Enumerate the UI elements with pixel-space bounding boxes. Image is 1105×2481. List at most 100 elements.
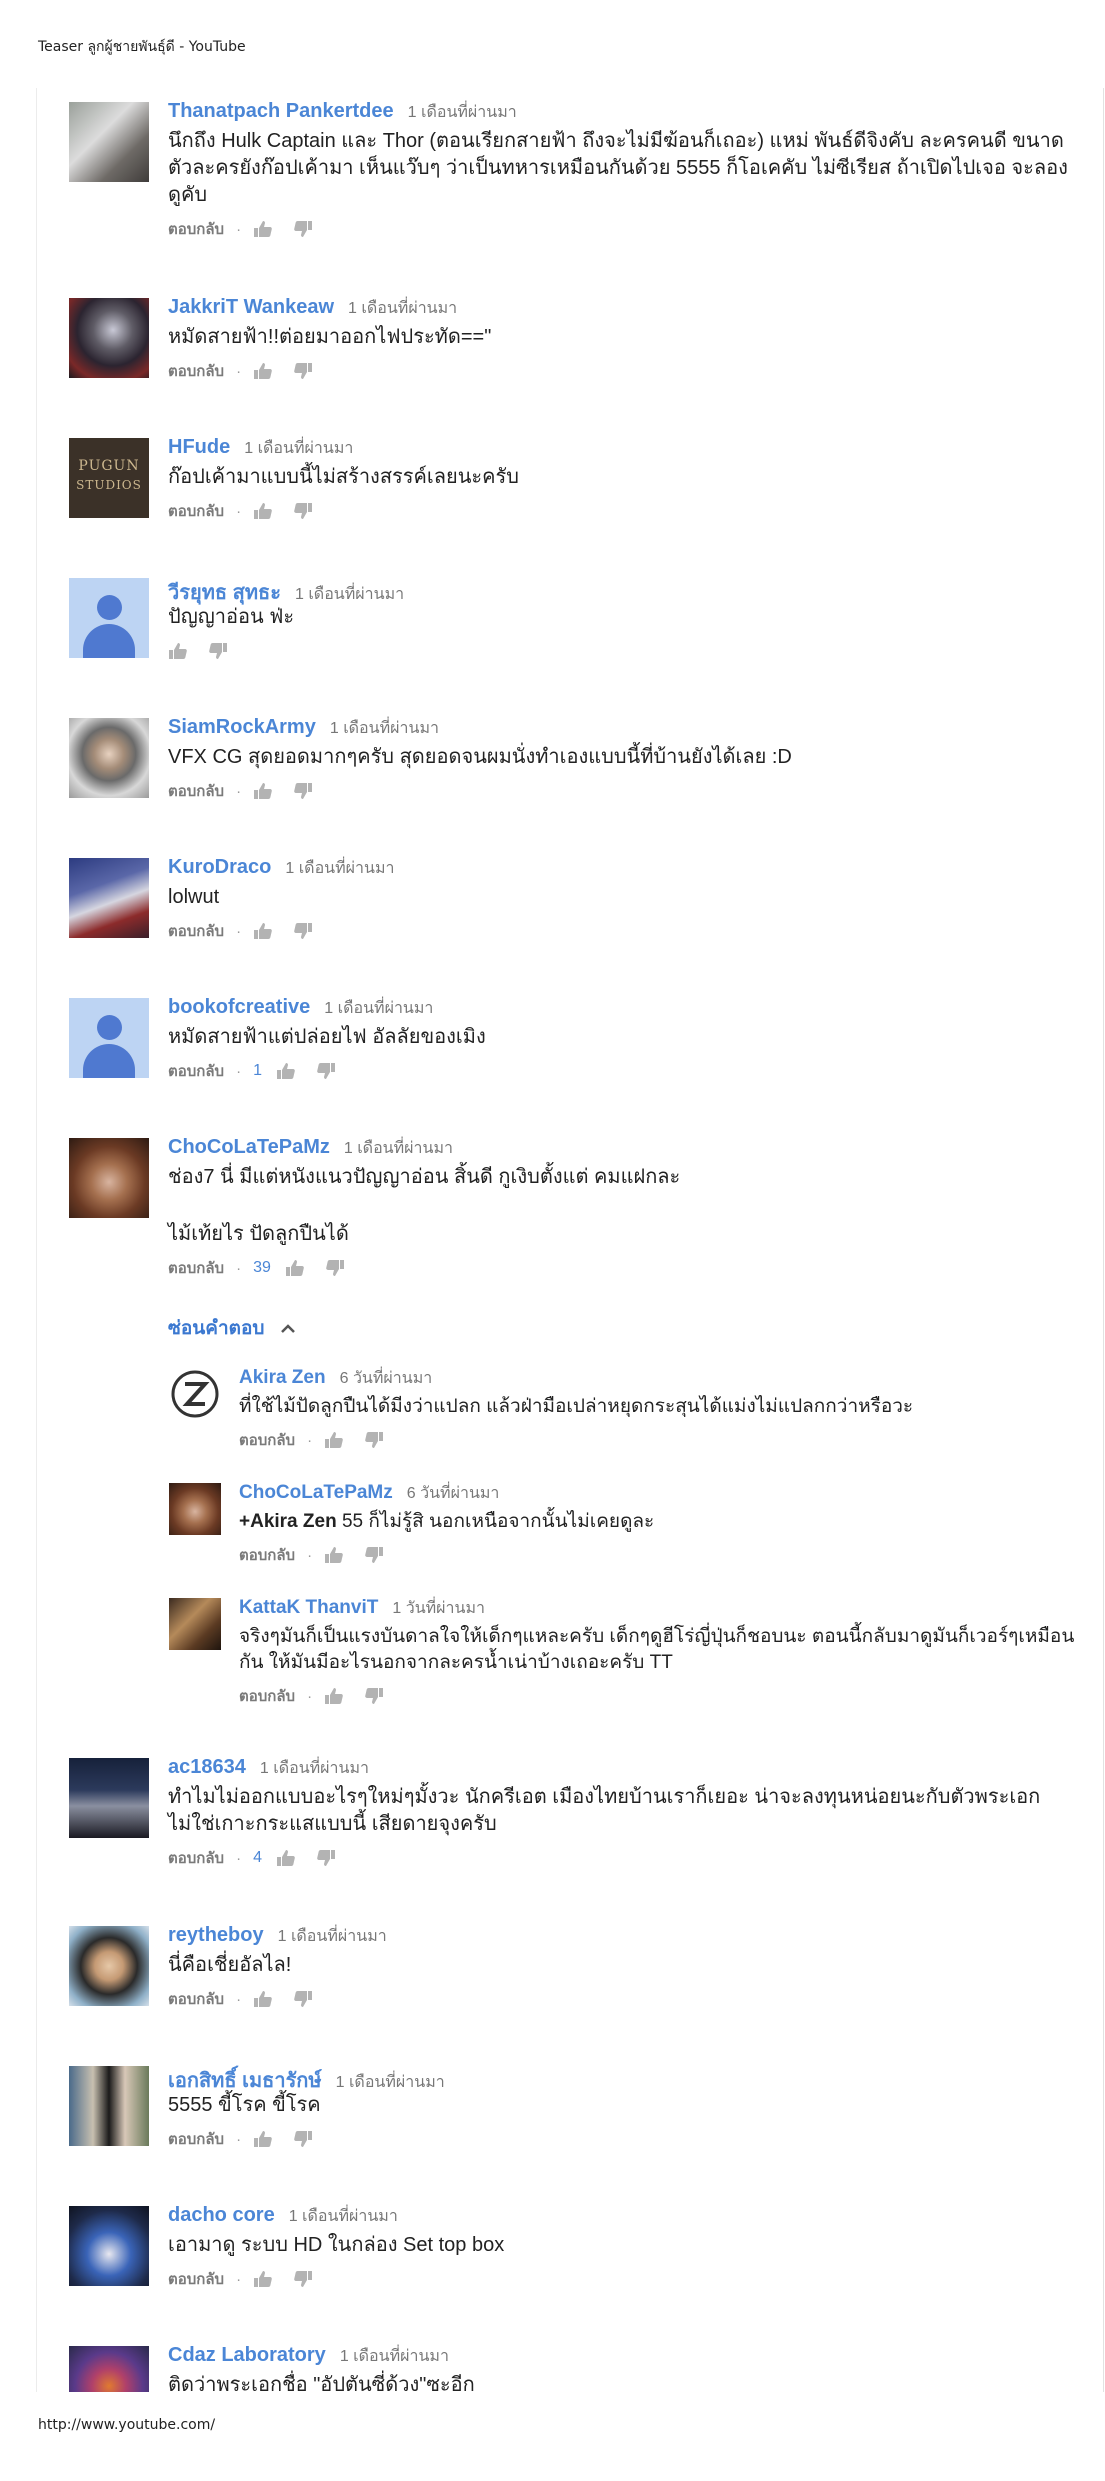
comment-author[interactable]: เอกสิทธิ์ เมธารักษ์ — [168, 2070, 322, 2092]
reply-button[interactable]: ตอบกลับ — [239, 1684, 295, 1708]
thumbs-down-icon[interactable] — [293, 1990, 313, 2008]
thumbs-up-icon[interactable] — [276, 1849, 296, 1867]
avatar[interactable] — [69, 2346, 149, 2392]
thumbs-up-icon[interactable] — [324, 1431, 344, 1449]
comment-author[interactable]: reytheboy — [168, 1924, 264, 1946]
comment-text-paragraph: ช่อง7 นี่ มีแต่หนังแนวปัญญาอ่อน สิ้นดี ก… — [168, 1166, 681, 1188]
thumbs-up-icon[interactable] — [253, 1990, 273, 2008]
comment-timestamp[interactable]: 1 เดือนที่ผ่านมา — [260, 1760, 369, 1777]
avatar[interactable] — [69, 2206, 149, 2286]
thumbs-down-icon[interactable] — [325, 1259, 345, 1277]
thumbs-up-icon[interactable] — [253, 2130, 273, 2148]
reply-button[interactable]: ตอบกลับ — [168, 2267, 224, 2291]
thumbs-up-icon[interactable] — [253, 2270, 273, 2288]
reply-author[interactable]: ChoCoLaTePaMz — [239, 1482, 393, 1503]
comment-timestamp[interactable]: 1 เดือนที่ผ่านมา — [289, 2208, 398, 2225]
comment-author[interactable]: วีรยุทธ สุทธะ — [168, 582, 281, 604]
avatar[interactable] — [69, 102, 149, 182]
comment-timestamp[interactable]: 1 เดือนที่ผ่านมา — [408, 104, 517, 121]
reply-button[interactable]: ตอบกลับ — [168, 1987, 224, 2011]
thumbs-down-icon[interactable] — [293, 782, 313, 800]
thumbs-down-icon[interactable] — [316, 1849, 336, 1867]
avatar[interactable] — [169, 1483, 221, 1535]
reply-button[interactable]: ตอบกลับ — [168, 1846, 224, 1870]
reply-timestamp[interactable]: 1 วันที่ผ่านมา — [392, 1600, 485, 1617]
reply-author[interactable]: KattaK ThanviT — [239, 1597, 378, 1618]
comment-timestamp[interactable]: 1 เดือนที่ผ่านมา — [336, 2074, 445, 2091]
avatar[interactable] — [69, 1138, 149, 1218]
thumbs-down-icon[interactable] — [293, 922, 313, 940]
avatar[interactable] — [69, 1926, 149, 2006]
thumbs-down-icon[interactable] — [293, 502, 313, 520]
default-avatar-icon[interactable] — [69, 998, 149, 1078]
reply-button[interactable]: ตอบกลับ — [168, 919, 224, 943]
thumbs-up-icon[interactable] — [253, 922, 273, 940]
reply-author[interactable]: Akira Zen — [239, 1367, 326, 1388]
comment-text: ติดว่าพระเอกชื่อ "อัปตันซี่ด้วง"ซะอีก — [168, 2374, 475, 2392]
reply-button[interactable]: ตอบกลับ — [168, 217, 224, 241]
comment-author[interactable]: JakkriT Wankeaw — [168, 296, 334, 318]
comment-timestamp[interactable]: 1 เดือนที่ผ่านมา — [285, 860, 394, 877]
thumbs-down-icon[interactable] — [293, 362, 313, 380]
comment-author[interactable]: dacho core — [168, 2204, 275, 2226]
comment-timestamp[interactable]: 1 เดือนที่ผ่านมา — [244, 440, 353, 457]
avatar[interactable]: PUGUN STUDIOS — [69, 438, 149, 518]
thumbs-up-icon[interactable] — [253, 502, 273, 520]
comment-timestamp[interactable]: 1 เดือนที่ผ่านมา — [348, 300, 457, 317]
avatar[interactable] — [169, 1368, 221, 1420]
reply-button[interactable]: ตอบกลับ — [239, 1428, 295, 1452]
avatar[interactable] — [169, 1598, 221, 1650]
comment-author[interactable]: bookofcreative — [168, 996, 310, 1018]
thumbs-up-icon[interactable] — [324, 1687, 344, 1705]
avatar[interactable] — [69, 2066, 149, 2146]
comment-timestamp[interactable]: 1 เดือนที่ผ่านมา — [330, 720, 439, 737]
thumbs-down-icon[interactable] — [293, 2270, 313, 2288]
thumbs-down-icon[interactable] — [364, 1546, 384, 1564]
comment-timestamp[interactable]: 1 เดือนที่ผ่านมา — [344, 1140, 453, 1157]
comment-author[interactable]: ac18634 — [168, 1756, 246, 1778]
mention-link[interactable]: +Akira Zen — [239, 1511, 337, 1532]
avatar[interactable] — [69, 858, 149, 938]
thumbs-down-icon[interactable] — [364, 1687, 384, 1705]
separator: · — [236, 362, 242, 380]
comment-author[interactable]: HFude — [168, 436, 230, 458]
comment-timestamp[interactable]: 1 เดือนที่ผ่านมา — [295, 586, 404, 603]
thumbs-up-icon[interactable] — [253, 220, 273, 238]
comment-author[interactable]: SiamRockArmy — [168, 716, 316, 738]
separator: · — [307, 1687, 313, 1705]
comment-author[interactable]: ChoCoLaTePaMz — [168, 1136, 330, 1158]
avatar[interactable] — [69, 298, 149, 378]
comment-timestamp[interactable]: 1 เดือนที่ผ่านมา — [340, 2348, 449, 2365]
thumbs-down-icon[interactable] — [208, 642, 228, 660]
reply-button[interactable]: ตอบกลับ — [239, 1543, 295, 1567]
avatar[interactable] — [69, 718, 149, 798]
comment-author[interactable]: KuroDraco — [168, 856, 271, 878]
comment-text: เอามาดู ระบบ HD ในกล่อง Set top box — [168, 2234, 505, 2256]
reply-button[interactable]: ตอบกลับ — [168, 1256, 224, 1280]
thumbs-up-icon[interactable] — [253, 782, 273, 800]
reply-button[interactable]: ตอบกลับ — [168, 1059, 224, 1083]
reply-button[interactable]: ตอบกลับ — [168, 779, 224, 803]
thumbs-up-icon[interactable] — [276, 1062, 296, 1080]
reply-button[interactable]: ตอบกลับ — [168, 499, 224, 523]
thumbs-down-icon[interactable] — [293, 2130, 313, 2148]
thumbs-up-icon[interactable] — [285, 1259, 305, 1277]
thumbs-down-icon[interactable] — [316, 1062, 336, 1080]
comment-author[interactable]: Cdaz Laboratory — [168, 2344, 326, 2366]
comment-author[interactable]: Thanatpach Pankertdee — [168, 100, 394, 122]
comment-timestamp[interactable]: 1 เดือนที่ผ่านมา — [324, 1000, 433, 1017]
comment-timestamp[interactable]: 1 เดือนที่ผ่านมา — [278, 1928, 387, 1945]
separator: · — [236, 1990, 242, 2008]
avatar[interactable] — [69, 1758, 149, 1838]
thumbs-up-icon[interactable] — [324, 1546, 344, 1564]
reply-button[interactable]: ตอบกลับ — [168, 359, 224, 383]
default-avatar-icon[interactable] — [69, 578, 149, 658]
reply-timestamp[interactable]: 6 วันที่ผ่านมา — [407, 1485, 500, 1502]
thumbs-up-icon[interactable] — [253, 362, 273, 380]
reply-timestamp[interactable]: 6 วันที่ผ่านมา — [340, 1370, 433, 1387]
thumbs-up-icon[interactable] — [168, 642, 188, 660]
thumbs-down-icon[interactable] — [364, 1431, 384, 1449]
reply-button[interactable]: ตอบกลับ — [168, 2127, 224, 2151]
hide-replies-toggle[interactable]: ซ่อนคำตอบ — [168, 1313, 296, 1343]
thumbs-down-icon[interactable] — [293, 220, 313, 238]
